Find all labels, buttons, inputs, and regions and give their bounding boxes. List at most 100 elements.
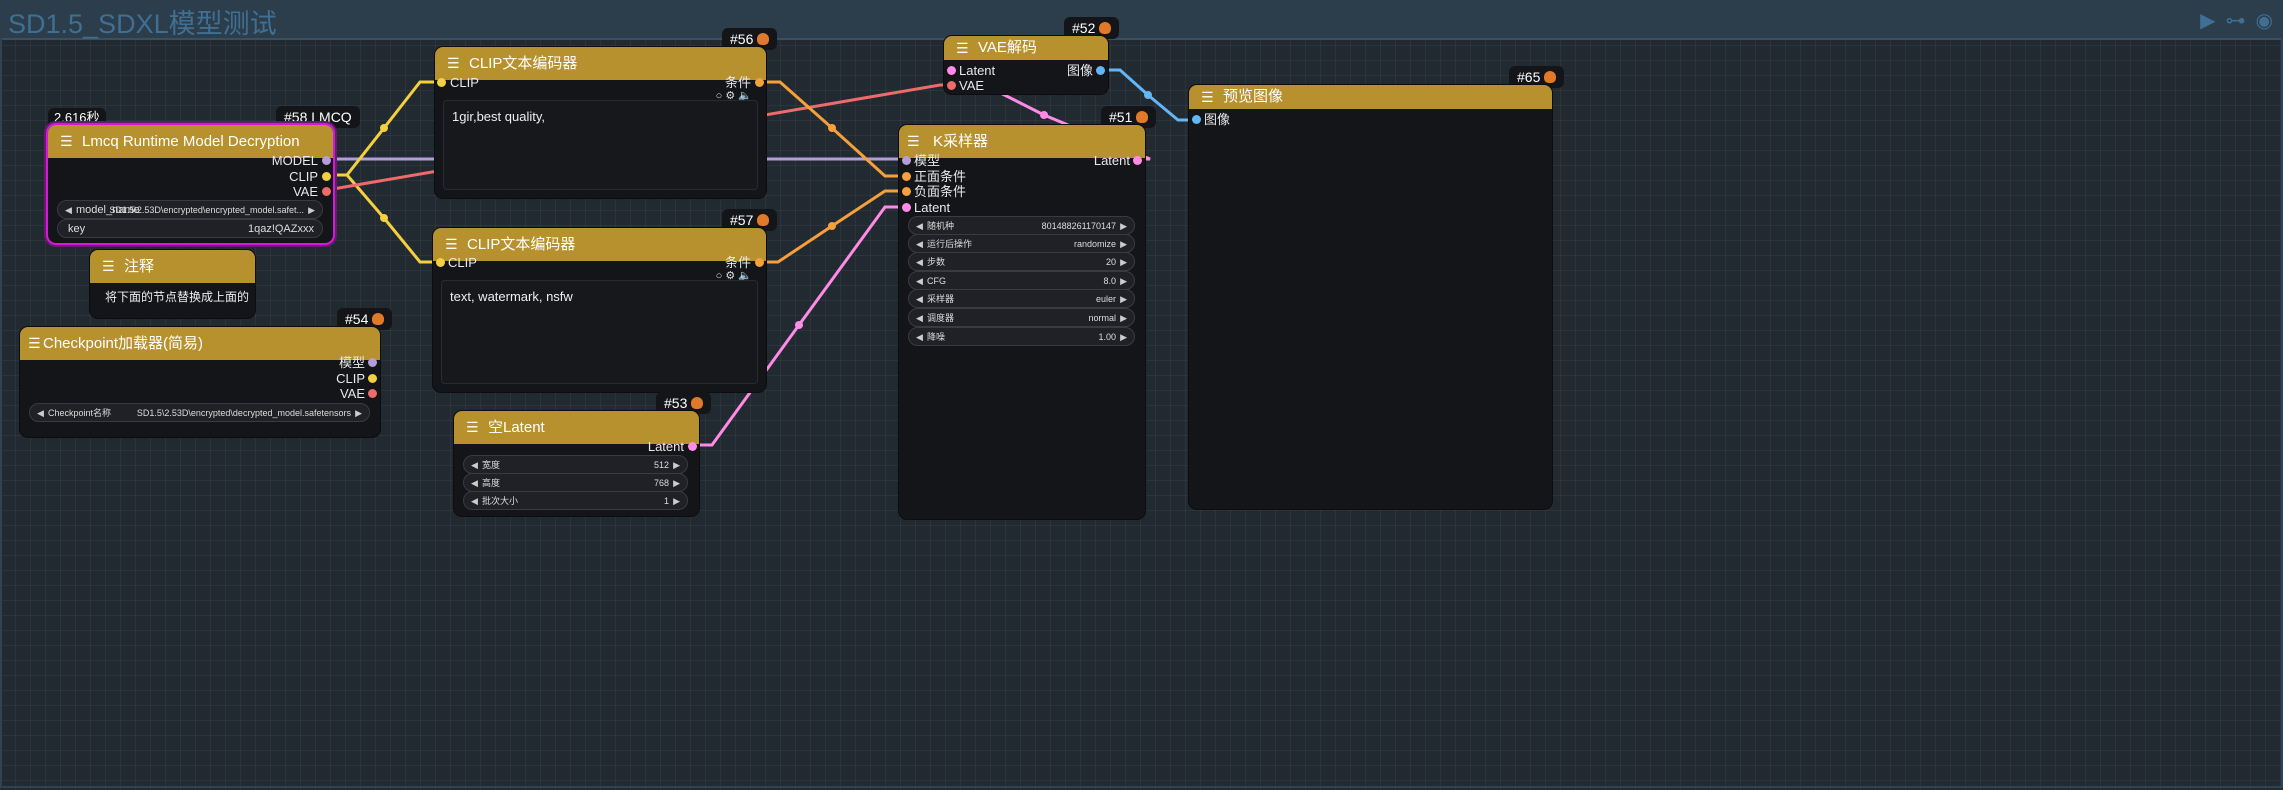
- output-clip: CLIP: [336, 371, 365, 386]
- widget-value: 1.00: [1098, 332, 1116, 342]
- eye-icon[interactable]: ◉: [2256, 8, 2273, 33]
- clip-text-encode-negative-node[interactable]: ☰ CLIP文本编码器 CLIP 条件 ○ ⚙ 🔈 text, watermark…: [433, 228, 766, 392]
- node-title: K采样器: [933, 133, 989, 150]
- node-title: 空Latent: [488, 419, 545, 436]
- node-header[interactable]: ☰ 注释: [90, 250, 255, 283]
- key-widget[interactable]: key 1qaz!QAZxxx: [57, 219, 323, 238]
- empty-latent-node[interactable]: ☰ 空Latent Latent ◀ 宽度 512 ▶ ◀ 高度 768 ▶ ◀ …: [454, 411, 699, 516]
- link-icon[interactable]: ⊶: [2226, 8, 2246, 33]
- menu-icon[interactable]: ☰: [28, 327, 41, 360]
- arrow-left-icon[interactable]: ◀: [65, 201, 72, 220]
- arrow-right-icon[interactable]: ▶: [1120, 290, 1127, 309]
- arrow-left-icon[interactable]: ◀: [916, 309, 923, 328]
- output-conditioning-port[interactable]: [755, 78, 764, 87]
- node-header[interactable]: ☰ Checkpoint加载器(简易): [20, 327, 380, 360]
- input-latent-port[interactable]: [902, 203, 911, 212]
- output-model-port[interactable]: [368, 358, 377, 367]
- seed-widget[interactable]: ◀ 随机种 801488261170147 ▶: [908, 216, 1135, 235]
- arrow-right-icon[interactable]: ▶: [355, 404, 362, 423]
- scheduler-widget[interactable]: ◀ 调度器 normal ▶: [908, 308, 1135, 327]
- output-clip: CLIP: [289, 169, 318, 184]
- widget-value: 1: [663, 496, 669, 506]
- lmcq-node[interactable]: ☰ Lmcq Runtime Model Decryption MODEL CLI…: [48, 125, 333, 243]
- input-vae-port[interactable]: [947, 81, 956, 90]
- model-name-widget[interactable]: ◀ model_name SD1.5\2.53D\encrypted\encry…: [57, 200, 323, 219]
- output-vae: VAE: [292, 184, 318, 199]
- node-title: CLIP文本编码器: [467, 236, 576, 253]
- output-model: 模型: [338, 355, 365, 370]
- arrow-left-icon[interactable]: ◀: [916, 290, 923, 309]
- batch-size-widget[interactable]: ◀ 批次大小 1 ▶: [463, 491, 688, 510]
- menu-icon[interactable]: ☰: [466, 411, 479, 444]
- input-latent: Latent: [914, 200, 951, 215]
- input-image: 图像: [1204, 112, 1231, 127]
- widget-value: normal: [1088, 313, 1116, 323]
- control-after-generate-widget[interactable]: ◀ 运行后操作 randomize ▶: [908, 234, 1135, 253]
- widget-label: key: [68, 223, 86, 235]
- note-node[interactable]: ☰ 注释 将下面的节点替换成上面的: [90, 250, 255, 318]
- output-clip-port[interactable]: [368, 374, 377, 383]
- denoise-widget[interactable]: ◀ 降噪 1.00 ▶: [908, 327, 1135, 346]
- output-image-port[interactable]: [1096, 66, 1105, 75]
- cfg-widget[interactable]: ◀ CFG 8.0 ▶: [908, 271, 1135, 290]
- checkpoint-name-widget[interactable]: ◀ Checkpoint名称 SD1.5\2.53D\encrypted\dec…: [29, 403, 370, 422]
- input-latent: Latent: [959, 63, 996, 78]
- arrow-right-icon[interactable]: ▶: [1120, 253, 1127, 272]
- node-header[interactable]: ☰ CLIP文本编码器: [435, 47, 766, 80]
- node-header[interactable]: ☰ VAE解码: [944, 36, 1108, 60]
- menu-icon[interactable]: ☰: [60, 125, 73, 158]
- widget-label: Checkpoint名称: [48, 408, 112, 418]
- vae-decode-node[interactable]: ☰ VAE解码 Latent VAE 图像: [944, 36, 1108, 94]
- output-conditioning-port[interactable]: [755, 258, 764, 267]
- output-vae-port[interactable]: [322, 187, 331, 196]
- height-widget[interactable]: ◀ 高度 768 ▶: [463, 473, 688, 492]
- ksampler-node[interactable]: ☰ K采样器 模型 正面条件 负面条件 Latent Latent ◀ 随机种 8…: [899, 125, 1145, 519]
- widget-value: SD1.5\2.53D\encrypted\decrypted_model.sa…: [136, 408, 351, 418]
- arrow-right-icon[interactable]: ▶: [308, 201, 315, 220]
- node-header[interactable]: ☰ CLIP文本编码器: [433, 228, 766, 261]
- widget-value: SD1.5\2.53D\encrypted\encrypted_model.sa…: [109, 205, 304, 215]
- input-clip: CLIP: [448, 255, 477, 270]
- input-negative-port[interactable]: [902, 187, 911, 196]
- arrow-left-icon[interactable]: ◀: [471, 492, 478, 511]
- steps-widget[interactable]: ◀ 步数 20 ▶: [908, 252, 1135, 271]
- menu-icon[interactable]: ☰: [102, 250, 115, 283]
- input-clip-port[interactable]: [436, 258, 445, 267]
- checkpoint-loader-node[interactable]: ☰ Checkpoint加载器(简易) 模型 CLIP VAE ◀ Checkpo…: [20, 327, 380, 437]
- output-model-port[interactable]: [322, 156, 331, 165]
- node-header[interactable]: ☰ 预览图像: [1189, 85, 1552, 109]
- input-negative: 负面条件: [914, 184, 967, 199]
- input-vae: VAE: [959, 78, 985, 93]
- menu-icon[interactable]: ☰: [956, 36, 969, 60]
- output-latent-port[interactable]: [1133, 156, 1142, 165]
- input-image-port[interactable]: [1192, 115, 1201, 124]
- output-vae-port[interactable]: [368, 389, 377, 398]
- menu-icon[interactable]: ☰: [1201, 85, 1214, 109]
- arrow-right-icon[interactable]: ▶: [673, 492, 680, 511]
- prompt-textarea[interactable]: text, watermark, nsfw: [441, 280, 758, 384]
- arrow-left-icon[interactable]: ◀: [916, 253, 923, 272]
- output-vae: VAE: [339, 386, 365, 401]
- input-model-port[interactable]: [902, 156, 911, 165]
- output-model: MODEL: [271, 153, 318, 168]
- fox-icon: [1544, 71, 1557, 83]
- note-text[interactable]: 将下面的节点替换成上面的: [105, 288, 249, 305]
- widget-value: 1qaz!QAZxxx: [247, 223, 314, 235]
- width-widget[interactable]: ◀ 宽度 512 ▶: [463, 455, 688, 474]
- sampler-widget[interactable]: ◀ 采样器 euler ▶: [908, 289, 1135, 308]
- preview-image-node[interactable]: ☰ 预览图像 图像: [1189, 85, 1552, 509]
- arrow-left-icon[interactable]: ◀: [37, 404, 44, 423]
- clip-text-encode-positive-node[interactable]: ☰ CLIP文本编码器 CLIP 条件 ○ ⚙ 🔈 1gir,best quali…: [435, 47, 766, 198]
- input-latent-port[interactable]: [947, 66, 956, 75]
- node-title: Lmcq Runtime Model Decryption: [82, 133, 300, 150]
- play-icon[interactable]: ▶: [2200, 8, 2215, 33]
- output-clip-port[interactable]: [322, 172, 331, 181]
- input-clip-port[interactable]: [437, 78, 446, 87]
- arrow-right-icon[interactable]: ▶: [1120, 328, 1127, 347]
- group-header[interactable]: SD1.5_SDXL模型测试 ▶ ⊶ ◉: [0, 0, 2283, 40]
- arrow-left-icon[interactable]: ◀: [916, 328, 923, 347]
- output-latent-port[interactable]: [688, 442, 697, 451]
- prompt-textarea[interactable]: 1gir,best quality,: [443, 100, 758, 190]
- input-positive-port[interactable]: [902, 172, 911, 181]
- arrow-right-icon[interactable]: ▶: [1120, 309, 1127, 328]
